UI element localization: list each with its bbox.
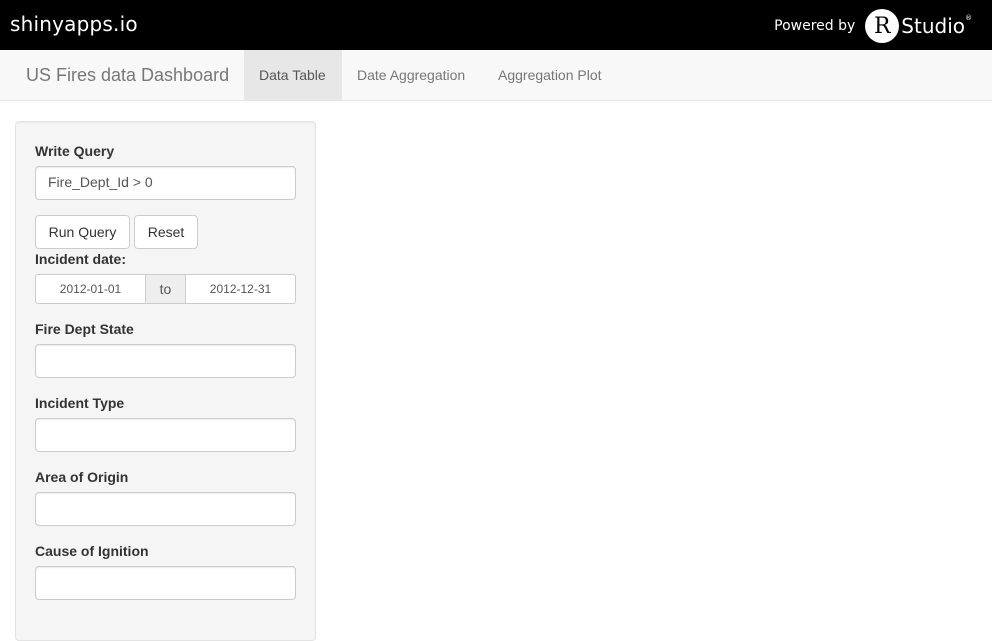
incident-date-range: 2012-01-01 to 2012-12-31 [35,274,296,304]
tab-aggregation-plot[interactable]: Aggregation Plot [483,50,617,100]
tab-date-aggregation[interactable]: Date Aggregation [342,50,480,100]
cause-of-ignition-select[interactable] [35,566,296,600]
date-start-input[interactable]: 2012-01-01 [35,274,146,304]
app-navbar: US Fires data Dashboard Data Table Date … [0,50,992,101]
query-input[interactable]: Fire_Dept_Id > 0 [35,166,296,200]
registered-mark: ® [965,14,972,22]
cause-of-ignition-label: Cause of Ignition [35,543,149,559]
incident-type-label: Incident Type [35,395,125,411]
write-query-label: Write Query [35,143,115,159]
area-of-origin-label: Area of Origin [35,469,129,485]
run-query-button[interactable]: Run Query [35,215,130,249]
rstudio-studio-text: Studio [901,14,965,38]
shinyapps-brand[interactable]: shinyapps.io [10,12,138,36]
rstudio-logo-icon: R [865,9,900,43]
incident-date-label: Incident date: [35,251,127,267]
sidebar-panel: Write Query Fire_Dept_Id > 0 Run Query R… [15,121,316,641]
date-range-separator: to [146,274,185,304]
powered-by-rstudio[interactable]: Powered by R Studio® [774,9,972,43]
area-of-origin-select[interactable] [35,492,296,526]
tab-data-table[interactable]: Data Table [244,50,342,100]
shinyapps-header: shinyapps.io Powered by R Studio® [0,0,992,50]
app-title: US Fires data Dashboard [26,65,230,85]
rstudio-logo-text: Studio® [901,14,972,38]
fire-dept-state-label: Fire Dept State [35,321,134,337]
reset-button[interactable]: Reset [134,215,198,249]
date-end-input[interactable]: 2012-12-31 [185,274,296,304]
fire-dept-state-select[interactable] [35,344,296,378]
incident-type-select[interactable] [35,418,296,452]
powered-by-label: Powered by [774,18,856,34]
